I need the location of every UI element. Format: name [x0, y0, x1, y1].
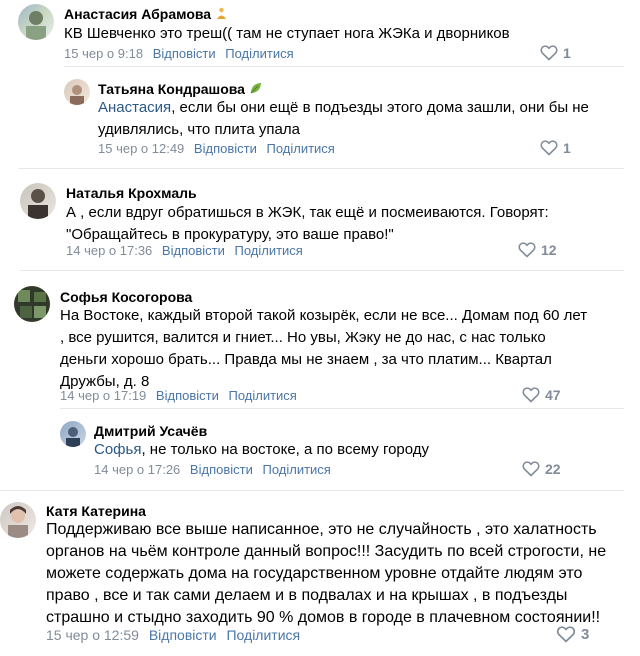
- reply-button[interactable]: Відповісти: [156, 388, 219, 403]
- text-line: органов на чьём контроле данный вопрос!!…: [46, 543, 607, 560]
- comment-text: Софья, не только на востоке, а по всему …: [94, 439, 429, 461]
- like-count: 3: [581, 626, 590, 643]
- reply-button[interactable]: Відповісти: [153, 46, 216, 61]
- divider: [60, 408, 624, 409]
- avatar[interactable]: [60, 421, 86, 447]
- comment-author[interactable]: Катя Катерина: [46, 503, 146, 519]
- heart-outline-icon: [540, 140, 558, 156]
- share-button[interactable]: Поділитися: [225, 46, 293, 61]
- heart-outline-icon: [522, 387, 540, 403]
- like-button[interactable]: 22: [522, 461, 561, 477]
- share-button[interactable]: Поділитися: [262, 462, 330, 477]
- avatar-photo-icon: [8, 506, 28, 538]
- text-line: страшно и стыдно заходить 90 % домов в г…: [46, 609, 601, 626]
- comment-meta: 14 чер о 17:36 Відповісти Поділитися: [66, 243, 309, 258]
- reply-button[interactable]: Відповісти: [190, 462, 253, 477]
- like-button[interactable]: 47: [522, 387, 561, 403]
- comment-meta: 15 чер о 9:18 Відповісти Поділитися: [64, 46, 300, 61]
- like-button[interactable]: 12: [518, 242, 557, 258]
- like-button[interactable]: 1: [540, 140, 571, 156]
- like-count: 22: [545, 461, 561, 477]
- reply-button[interactable]: Відповісти: [162, 243, 225, 258]
- comment-meta: 14 чер о 17:19 Відповісти Поділитися: [60, 388, 303, 403]
- share-button[interactable]: Поділитися: [228, 388, 296, 403]
- text-line: , не только на востоке, а по всему город…: [141, 441, 430, 458]
- like-count: 1: [563, 140, 571, 156]
- text-line: удивлялись, что плита упала: [98, 121, 300, 138]
- text-line: , если бы они ещё в подъезды этого дома …: [171, 99, 589, 116]
- comment-date[interactable]: 14 чер о 17:26: [94, 462, 180, 477]
- mention-link[interactable]: Анастасия: [98, 99, 171, 116]
- comment-author[interactable]: Дмитрий Усачёв: [94, 423, 207, 439]
- comment-author[interactable]: Татьяна Кондрашова: [98, 81, 262, 97]
- comment-author[interactable]: Наталья Крохмаль: [66, 185, 197, 201]
- avatar[interactable]: [64, 79, 90, 105]
- text-line: "Обращайтесь в прокуратуру, это ваше пра…: [66, 226, 394, 243]
- avatar[interactable]: [0, 502, 36, 538]
- text-line: право , все и так сами делаем и в подвал…: [46, 587, 568, 604]
- mention-link[interactable]: Софья: [94, 441, 141, 458]
- text-line: Поддерживаю все выше написанное, это не …: [46, 521, 597, 538]
- like-count: 47: [545, 387, 561, 403]
- comment-text: КВ Шевченко это треш(( там не ступает но…: [64, 25, 510, 42]
- avatar-photo-icon: [66, 427, 80, 447]
- comment-meta: 14 чер о 17:26 Відповісти Поділитися: [94, 462, 337, 477]
- reply-button[interactable]: Відповісти: [194, 141, 257, 156]
- share-button[interactable]: Поділитися: [266, 141, 334, 156]
- comment-date[interactable]: 14 чер о 17:19: [60, 388, 146, 403]
- text-line: , все рушится, валится и гниет... Но увы…: [60, 329, 546, 346]
- like-count: 1: [563, 45, 571, 61]
- divider: [18, 168, 624, 169]
- avatar[interactable]: [20, 183, 56, 219]
- comment-text: Анастасия, если бы они ещё в подъезды эт…: [98, 97, 589, 141]
- text-line: деньги хорошо брать... Правда мы не знае…: [60, 351, 552, 368]
- heart-outline-icon: [556, 626, 576, 643]
- comment-text: На Востоке, каждый второй такой козырёк,…: [60, 305, 587, 393]
- avatar-photo-icon: [70, 85, 84, 105]
- heart-outline-icon: [518, 242, 536, 258]
- comment-text: Поддерживаю все выше написанное, это не …: [46, 519, 606, 629]
- heart-outline-icon: [540, 45, 558, 61]
- avatar[interactable]: [14, 286, 50, 322]
- share-button[interactable]: Поділитися: [234, 243, 302, 258]
- text-line: А , если вдруг обратишься в ЖЭК, так ещё…: [66, 204, 549, 221]
- comment-author[interactable]: Софья Косогорова: [60, 289, 192, 305]
- like-count: 12: [541, 242, 557, 258]
- avatar-photo-icon: [26, 11, 46, 40]
- avatar-photo-icon: [28, 189, 48, 219]
- divider: [20, 270, 624, 271]
- heart-outline-icon: [522, 461, 540, 477]
- reply-button[interactable]: Відповісти: [149, 627, 217, 643]
- divider: [64, 66, 624, 67]
- comment-meta: 15 чер о 12:59 Відповісти Поділитися: [46, 627, 306, 643]
- comment-meta: 15 чер о 12:49 Відповісти Поділитися: [98, 141, 341, 156]
- comment-date[interactable]: 14 чер о 17:36: [66, 243, 152, 258]
- leaf-emoji-icon: [250, 83, 261, 94]
- text-line: На Востоке, каждый второй такой козырёк,…: [60, 307, 588, 324]
- text-line: можете содержать дома на государственном…: [46, 565, 583, 582]
- avatar[interactable]: [18, 4, 54, 40]
- comment-date[interactable]: 15 чер о 12:49: [98, 141, 184, 156]
- comment-author[interactable]: Анастасия Абрамова: [64, 6, 228, 22]
- avatar-photo-icon: [18, 290, 46, 318]
- comment-date[interactable]: 15 чер о 12:59: [46, 627, 139, 643]
- divider: [0, 490, 624, 491]
- comment-date[interactable]: 15 чер о 9:18: [64, 46, 143, 61]
- meditation-emoji-icon: [217, 7, 227, 19]
- like-button[interactable]: 3: [556, 626, 589, 643]
- like-button[interactable]: 1: [540, 45, 571, 61]
- share-button[interactable]: Поділитися: [226, 627, 300, 643]
- comment-text: А , если вдруг обратишься в ЖЭК, так ещё…: [66, 202, 549, 246]
